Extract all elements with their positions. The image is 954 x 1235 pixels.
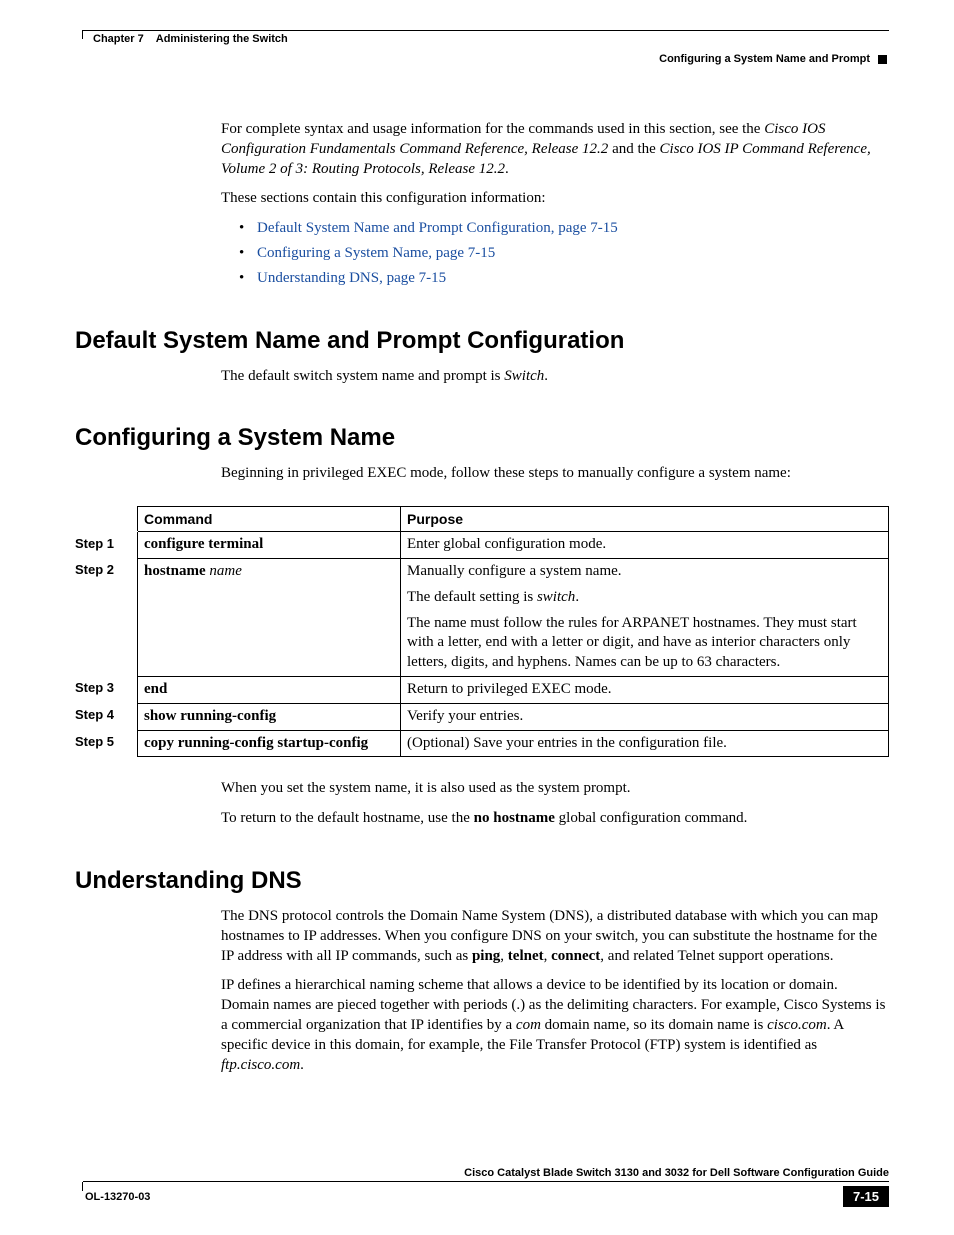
link-default-config[interactable]: Default System Name and Prompt Configura…	[257, 220, 618, 236]
link-configuring-system-name[interactable]: Configuring a System Name, page 7-15	[257, 245, 495, 261]
intro-para-2: These sections contain this configuratio…	[221, 189, 889, 209]
header-marker-icon	[878, 55, 887, 64]
th-command: Command	[138, 507, 401, 532]
after-table-p1: When you set the system name, it is also…	[221, 779, 889, 799]
table-row: Step 1 configure terminal Enter global c…	[75, 532, 889, 559]
default-config-text: The default switch system name and promp…	[221, 367, 889, 387]
heading-understanding-dns: Understanding DNS	[75, 867, 889, 895]
heading-configuring-system-name: Configuring a System Name	[75, 424, 889, 452]
heading-default-config: Default System Name and Prompt Configura…	[75, 327, 889, 355]
table-row: Step 2 hostname name Manually configure …	[75, 558, 889, 676]
intro-para-1: For complete syntax and usage informatio…	[221, 120, 889, 179]
table-row: Step 3 end Return to privileged EXEC mod…	[75, 676, 889, 703]
table-row: Step 4 show running-config Verify your e…	[75, 703, 889, 730]
table-row: Step 5 copy running-config startup-confi…	[75, 730, 889, 757]
after-table-p2: To return to the default hostname, use t…	[221, 809, 889, 829]
running-header-left: Chapter 7Administering the Switch	[93, 33, 889, 45]
dns-p1: The DNS protocol controls the Domain Nam…	[221, 907, 889, 966]
footer-guide-title: Cisco Catalyst Blade Switch 3130 and 303…	[75, 1167, 889, 1179]
dns-p2: IP defines a hierarchical naming scheme …	[221, 976, 889, 1075]
configuring-intro: Beginning in privileged EXEC mode, follo…	[221, 464, 889, 484]
th-purpose: Purpose	[401, 507, 889, 532]
page-number-badge: 7-15	[843, 1186, 889, 1207]
footer-docid: OL-13270-03	[85, 1191, 150, 1203]
running-header-right: Configuring a System Name and Prompt	[659, 53, 870, 65]
steps-table: Command Purpose Step 1 configure termina…	[75, 506, 889, 757]
link-understanding-dns[interactable]: Understanding DNS, page 7-15	[257, 270, 446, 286]
